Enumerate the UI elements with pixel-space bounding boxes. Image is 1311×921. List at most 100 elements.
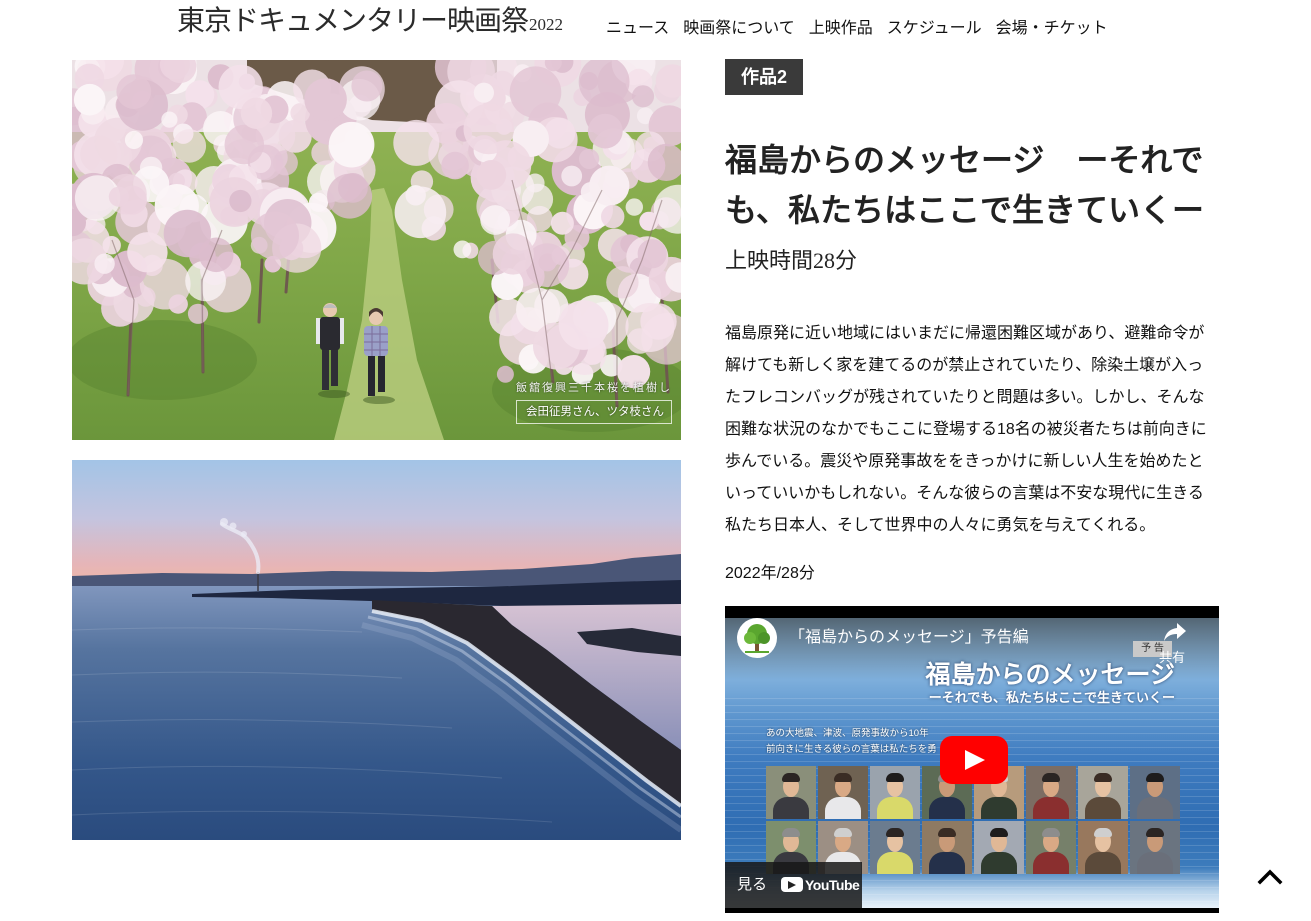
blossom-cluster: [639, 211, 659, 231]
blossom-cluster: [606, 266, 639, 299]
thumbnail-person-photo: [1130, 821, 1180, 874]
video-title-link[interactable]: 「福島からのメッセージ」予告編: [789, 627, 1029, 649]
person-clothing: [877, 852, 913, 874]
work-number-badge: 作品2: [725, 59, 803, 95]
back-to-top-button[interactable]: [1257, 866, 1283, 886]
smoke-puff: [220, 518, 228, 526]
youtube-trailer-player[interactable]: 「福島からのメッセージ」予告編 予 告 共有 福島からのメッセージ ーそれでも、…: [725, 606, 1219, 913]
blossom-cluster: [492, 233, 534, 275]
blossom-cluster: [351, 70, 383, 102]
chevron-up-icon: [1257, 869, 1283, 885]
thumbnail-person-photo: [1130, 766, 1180, 819]
blossom-cluster: [480, 205, 511, 235]
person-clothing: [1085, 852, 1121, 874]
thumbnail-person-photo: [766, 766, 816, 819]
thumbnail-person-photo: [870, 766, 920, 819]
blossom-cluster: [463, 103, 515, 155]
blossom-cluster: [393, 119, 440, 166]
person-clothing: [1137, 852, 1173, 874]
blossom-cluster: [161, 111, 178, 128]
photo-caption-names: 会田征男さん、ツタ枝さん: [516, 400, 672, 424]
thumbnail-person-photo: [922, 821, 972, 874]
blossom-cluster: [198, 237, 234, 273]
description-line: 福島原発に近い地域にはいまだに帰還困難区域があり、避難命令が: [725, 325, 1205, 342]
blossom-cluster: [187, 303, 209, 324]
youtube-logo-text: YouTube: [805, 877, 860, 893]
person-clothing: [825, 797, 861, 819]
thumbnail-person-photo: [1078, 821, 1128, 874]
site-logo[interactable]: 東京ドキュメンタリー映画祭2022: [177, 4, 563, 42]
man-leg: [322, 348, 329, 390]
person-hair: [1146, 773, 1164, 782]
share-arrow-icon: [1164, 623, 1186, 641]
blossom-cluster: [394, 186, 447, 239]
coast-dusk-image: [72, 460, 681, 840]
coast-dusk-photo: [72, 460, 681, 840]
person-hair: [834, 828, 852, 837]
woman-leg: [378, 354, 385, 392]
blossom-cluster: [172, 129, 207, 163]
person-clothing: [981, 852, 1017, 874]
person-clothing: [981, 797, 1017, 819]
blossom-cluster: [127, 232, 168, 273]
blossom-cluster: [124, 130, 144, 150]
blossom-cluster: [625, 198, 643, 216]
nav-item-about[interactable]: 映画祭について: [683, 16, 795, 42]
blossom-cluster: [453, 240, 472, 259]
blossom-cluster: [304, 78, 347, 121]
blossom-cluster: [229, 189, 252, 213]
work-runtime: 上映時間28分: [725, 248, 858, 273]
thumbnail-subheadline: ーそれでも、私たちはここで生きていくー: [928, 690, 1175, 705]
person-clothing: [877, 797, 913, 819]
thumbnail-person-photo: [870, 821, 920, 874]
description-line: たフレコンバッグが残されていたりと問題は多い。しかし、そんな: [725, 389, 1205, 406]
nav-item-venue-tickets[interactable]: 会場・チケット: [996, 16, 1108, 42]
description-line: 歩んでいる。震災や原発事故ををきっかけに新しい人生を始めたと: [725, 453, 1204, 470]
description-line: 解けても新しく家を建てるのが禁止されていたり、除染土壌が入っ: [725, 357, 1204, 374]
play-button[interactable]: [940, 736, 1008, 784]
thumbnail-person-photo: [1026, 766, 1076, 819]
work-title-line: 福島からのメッセージ ーそれで: [725, 142, 1204, 178]
blossom-cluster: [558, 300, 609, 350]
description-line: 私たち日本人、そして世界中の人々に勇気を与えてくれる。: [725, 517, 1156, 534]
smoke-puff: [241, 531, 247, 537]
nav-item-films[interactable]: 上映作品: [809, 16, 873, 42]
person-hair: [834, 773, 852, 782]
tree-icon: [744, 624, 770, 653]
blossom-cluster: [561, 165, 583, 187]
blossom-cluster: [587, 113, 623, 149]
blossom-cluster: [496, 365, 514, 383]
blossom-cluster: [544, 117, 576, 149]
blossom-cluster: [476, 160, 507, 190]
channel-avatar[interactable]: [737, 618, 777, 658]
person-clothing: [929, 852, 965, 874]
nav-item-news[interactable]: ニュース: [606, 16, 669, 42]
blossom-cluster: [550, 211, 574, 235]
person-clothing: [1033, 797, 1069, 819]
person-hair: [1042, 828, 1060, 837]
blossom-cluster: [168, 294, 188, 314]
person-shadow: [363, 396, 395, 404]
person-hair: [886, 828, 904, 837]
person-hair: [938, 828, 956, 837]
smoke-puff: [229, 522, 237, 530]
work-description: 福島原発に近い地域にはいまだに帰還困難区域があり、避難命令が 解けても新しく家を…: [725, 318, 1219, 542]
blossom-cluster: [579, 148, 600, 169]
thumbnail-text-line: あの大地震、津波、原発事故から10年: [766, 728, 929, 739]
work-year-duration: 2022年/28分: [725, 565, 815, 582]
man-vest: [320, 317, 340, 350]
watch-label: 見る: [737, 876, 768, 893]
photo-caption-names-text: 会田征男さん、ツタ枝さん: [526, 406, 664, 418]
watch-on-youtube-button[interactable]: 見る YouTube: [725, 862, 862, 908]
nav-item-schedule[interactable]: スケジュール: [887, 16, 982, 42]
blossom-cluster: [328, 121, 375, 168]
blossom-cluster: [108, 186, 129, 207]
blossom-cluster: [441, 151, 469, 180]
person-hair: [1094, 828, 1112, 837]
blossom-cluster: [240, 97, 273, 129]
person-clothing: [1137, 797, 1173, 819]
blossom-cluster: [327, 173, 373, 219]
blossom-cluster: [640, 303, 677, 340]
person-clothing: [773, 797, 809, 819]
person-hair: [782, 828, 800, 837]
